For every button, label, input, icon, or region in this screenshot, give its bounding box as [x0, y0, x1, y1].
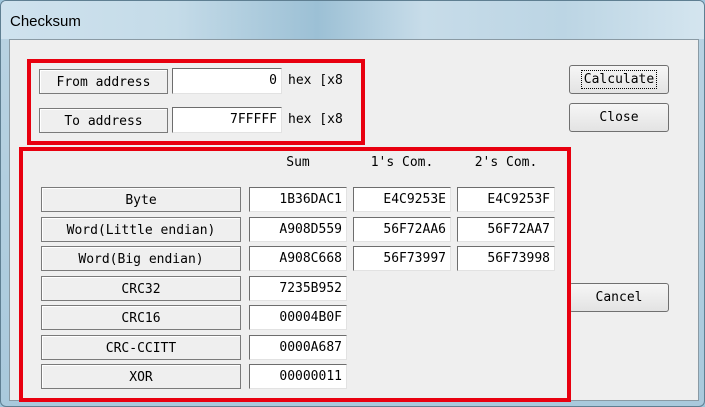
calculate-button[interactable]: Calculate [569, 65, 669, 94]
from-address-unit: hex [x8 [288, 73, 343, 88]
row-sum-value[interactable]: A908D559 [249, 217, 347, 242]
from-address-unit-clip: hex [x8 [286, 68, 354, 94]
row-label: CRC-CCITT [41, 335, 241, 360]
row-sum-value[interactable]: 00000011 [249, 364, 347, 389]
window-title: Checksum [10, 13, 81, 30]
header-ones-complement: 1's Com. [370, 155, 434, 170]
row-sum-value[interactable]: 00004B0F [249, 305, 347, 330]
row-sum-value[interactable]: 0000A687 [249, 335, 347, 360]
row-label: Word(Little endian) [41, 217, 241, 242]
to-address-unit-clip: hex [x8 [286, 107, 354, 133]
row-ones-value[interactable]: 56F73997 [353, 246, 451, 271]
header-sum: Sum [286, 155, 310, 170]
row-ones-value[interactable]: E4C9253E [353, 187, 451, 212]
row-label: XOR [41, 364, 241, 389]
from-address-label: From address [39, 69, 168, 94]
close-button[interactable]: Close [569, 103, 669, 132]
row-label: CRC32 [41, 276, 241, 301]
to-address-label: To address [39, 108, 168, 133]
row-twos-value[interactable]: E4C9253F [457, 187, 555, 212]
header-twos-complement: 2's Com. [474, 155, 538, 170]
row-twos-value[interactable]: 56F72AA7 [457, 217, 555, 242]
title-bar[interactable]: Checksum [1, 1, 704, 39]
row-ones-value[interactable]: 56F72AA6 [353, 217, 451, 242]
row-sum-value[interactable]: 1B36DAC1 [249, 187, 347, 212]
row-twos-value[interactable]: 56F73998 [457, 246, 555, 271]
row-sum-value[interactable]: 7235B952 [249, 276, 347, 301]
to-address-unit: hex [x8 [288, 112, 343, 127]
from-address-input[interactable]: 0 [172, 68, 282, 94]
to-address-input[interactable]: 7FFFFF [172, 107, 282, 133]
row-label: Byte [41, 187, 241, 212]
row-label: CRC16 [41, 305, 241, 330]
cancel-button[interactable]: Cancel [569, 283, 669, 312]
row-label: Word(Big endian) [41, 246, 241, 271]
checksum-dialog: Checksum From address 0 hex [x8 To addre… [0, 0, 705, 407]
calculate-button-label: Calculate [580, 70, 658, 89]
row-sum-value[interactable]: A908C668 [249, 246, 347, 271]
